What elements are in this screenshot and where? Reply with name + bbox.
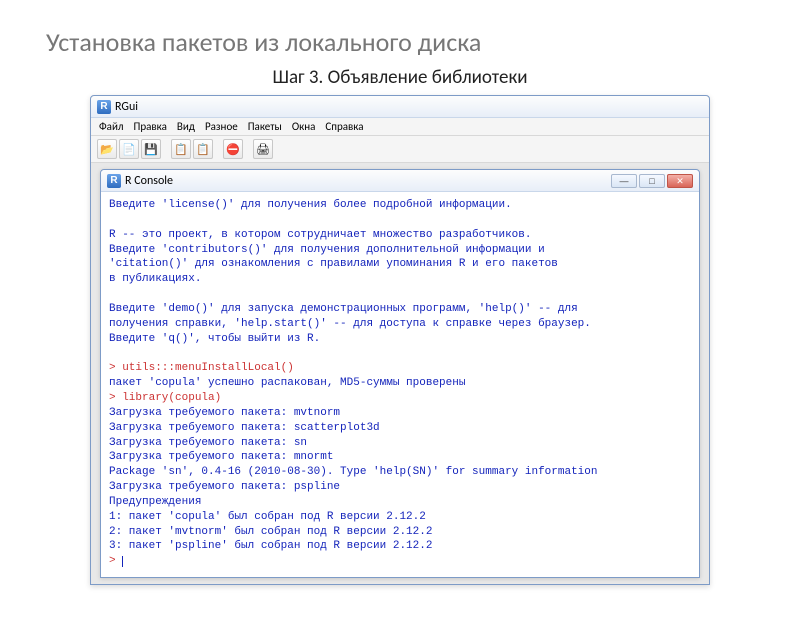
menu-packages[interactable]: Пакеты xyxy=(248,120,282,133)
rgui-titlebar: R RGui xyxy=(91,96,709,118)
menu-file[interactable]: Файл xyxy=(99,120,124,133)
console-line: Package 'sn', 0.4-16 (2010-08-30). Type … xyxy=(109,466,597,478)
console-line: 'citation()' для ознакомления с правилам… xyxy=(109,258,558,270)
console-title-text: R Console xyxy=(125,174,173,188)
load-button[interactable]: 📄 xyxy=(119,139,139,159)
console-line: 3: пакет 'pspline' был собран под R верс… xyxy=(109,540,432,552)
text-cursor xyxy=(122,556,123,567)
close-button[interactable]: ✕ xyxy=(667,174,693,188)
mdi-area: R R Console — □ ✕ Введите 'license()' дл… xyxy=(91,163,709,584)
console-line: Загрузка требуемого пакета: mnormt xyxy=(109,451,333,463)
console-output[interactable]: Введите 'license()' для получения более … xyxy=(101,192,699,577)
console-line: Загрузка требуемого пакета: pspline xyxy=(109,481,340,493)
console-prompt: > xyxy=(109,555,122,567)
console-line: в публикациях. xyxy=(109,273,201,285)
menu-bar: Файл Правка Вид Разное Пакеты Окна Справ… xyxy=(91,118,709,136)
console-line: 1: пакет 'copula' был собран под R верси… xyxy=(109,511,426,523)
minimize-button[interactable]: — xyxy=(611,174,637,188)
menu-edit[interactable]: Правка xyxy=(134,120,167,133)
menu-windows[interactable]: Окна xyxy=(292,120,316,133)
console-line: Введите 'contributors()' для получения д… xyxy=(109,244,545,256)
rgui-title: RGui xyxy=(115,100,138,114)
console-line: Загрузка требуемого пакета: sn xyxy=(109,437,307,449)
console-line: Введите 'q()', чтобы выйти из R. xyxy=(109,333,320,345)
maximize-button[interactable]: □ xyxy=(639,174,665,188)
menu-help[interactable]: Справка xyxy=(325,120,363,133)
console-line: пакет 'copula' успешно распакован, MD5-с… xyxy=(109,377,465,389)
console-line: получения справки, 'help.start()' -- для… xyxy=(109,318,591,330)
console-input: > library(copula) xyxy=(109,392,221,404)
console-line: Загрузка требуемого пакета: mvtnorm xyxy=(109,407,340,419)
copy-button[interactable]: 📋 xyxy=(171,139,191,159)
console-line: Загрузка требуемого пакета: scatterplot3… xyxy=(109,422,380,434)
r-app-icon: R xyxy=(97,100,111,114)
console-line: Введите 'demo()' для запуска демонстраци… xyxy=(109,303,578,315)
slide-subtitle: Шаг 3. Объявление библиотеки xyxy=(0,66,800,89)
menu-misc[interactable]: Разное xyxy=(205,120,238,133)
print-button[interactable]: 🖨 xyxy=(253,139,273,159)
toolbar: 📂 📄 💾 📋 📋 ⛔ 🖨 xyxy=(91,136,709,163)
r-console-window: R R Console — □ ✕ Введите 'license()' дл… xyxy=(100,169,700,578)
menu-view[interactable]: Вид xyxy=(177,120,195,133)
console-line: 2: пакет 'mvtnorm' был собран под R верс… xyxy=(109,526,432,538)
console-titlebar: R R Console — □ ✕ xyxy=(101,170,699,192)
stop-button[interactable]: ⛔ xyxy=(223,139,243,159)
console-input: > utils:::menuInstallLocal() xyxy=(109,362,294,374)
window-controls: — □ ✕ xyxy=(611,174,693,188)
slide-title: Установка пакетов из локального диска xyxy=(46,26,800,58)
save-button[interactable]: 💾 xyxy=(141,139,161,159)
r-console-icon: R xyxy=(107,174,121,188)
console-line: Введите 'license()' для получения более … xyxy=(109,199,512,211)
paste-button[interactable]: 📋 xyxy=(193,139,213,159)
rgui-window: R RGui Файл Правка Вид Разное Пакеты Окн… xyxy=(90,95,710,585)
console-line: R -- это проект, в котором сотрудничает … xyxy=(109,229,531,241)
open-button[interactable]: 📂 xyxy=(97,139,117,159)
console-line: Предупреждения xyxy=(109,496,201,508)
